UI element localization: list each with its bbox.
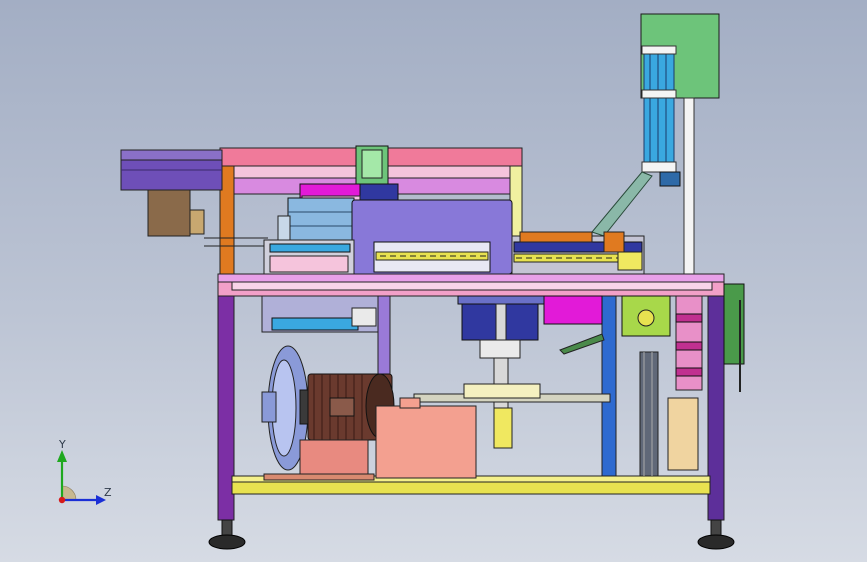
diagonal-link-arm (591, 171, 653, 237)
salmon-enclosure (375, 405, 477, 479)
vertical-guide-post (683, 97, 695, 277)
y-axis-label: Y (58, 438, 66, 451)
orientation-triad: Y Z (57, 438, 112, 505)
motor-base (299, 439, 369, 475)
cylinder-mid-cap (641, 89, 677, 99)
cylinder-clamp-block (659, 171, 681, 187)
z-axis-label: Z (104, 486, 112, 499)
blower-inlet (261, 391, 277, 423)
left-leveling-foot (208, 534, 246, 550)
cylinder-bottom-cap (641, 161, 677, 173)
x-axis-point (58, 496, 66, 504)
left-bracket (147, 189, 191, 237)
machine-assembly-model[interactable] (0, 0, 867, 562)
beige-guide-block (667, 397, 699, 471)
right-leveling-foot (697, 534, 735, 550)
inner-post-blue (601, 295, 617, 481)
pneumatic-cylinder-body (643, 47, 675, 167)
yellow-shaft-end (493, 407, 513, 449)
drive-belt (639, 351, 659, 477)
left-feed-cover (120, 149, 223, 161)
cad-viewport[interactable]: Y Z (0, 0, 867, 562)
small-yellow-clip (617, 251, 643, 271)
slide-block (287, 197, 355, 241)
cylinder-top-cap (641, 45, 677, 55)
magenta-right-block (543, 295, 603, 325)
